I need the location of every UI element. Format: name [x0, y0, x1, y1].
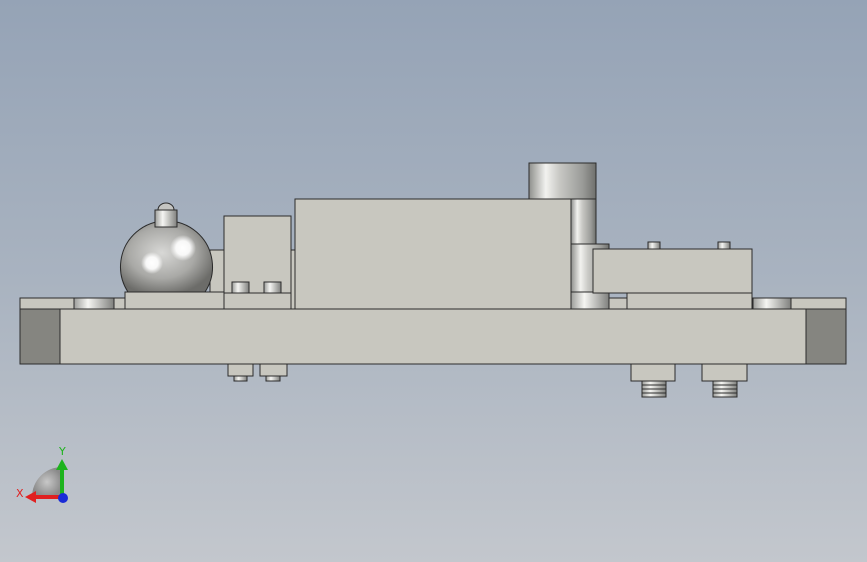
guide-block-screw-2 — [263, 281, 282, 294]
knob-support-block[interactable] — [124, 291, 226, 310]
cylinder-base-ring — [570, 291, 610, 310]
triad-y-label: Y — [58, 445, 66, 458]
right-counterbore — [752, 297, 792, 310]
left-counterbore — [73, 297, 115, 310]
base-plate-left-end-face — [19, 308, 61, 365]
knob-highlight-right — [170, 235, 196, 261]
bottom-nut-left-1[interactable] — [227, 363, 254, 382]
base-plate-right-end-face — [805, 308, 847, 365]
clamp-screw-head-1 — [647, 241, 661, 250]
clamp-arm-block[interactable] — [592, 248, 753, 294]
triad-z-axis-dot — [58, 493, 68, 503]
knob-stem-cap — [157, 202, 175, 211]
triad-x-label: X — [16, 487, 24, 500]
cad-assembly-model[interactable] — [19, 162, 847, 398]
triad-y-arrowhead — [56, 459, 68, 470]
main-housing-block[interactable] — [294, 198, 572, 310]
coordinate-triad: Y X — [16, 445, 68, 503]
guide-block[interactable] — [223, 215, 292, 310]
bottom-threaded-nut-1[interactable] — [630, 363, 676, 398]
vertical-cylinder[interactable] — [528, 162, 597, 200]
cad-model-canvas[interactable]: Y X — [0, 0, 867, 562]
triad-x-arrowhead — [25, 491, 36, 503]
clamp-screw-head-2 — [717, 241, 731, 250]
base-plate[interactable] — [19, 308, 847, 365]
cad-graphics-viewport[interactable]: Y X — [0, 0, 867, 562]
bottom-threaded-nut-2[interactable] — [701, 363, 748, 398]
knob-highlight-left — [141, 252, 163, 274]
triad-origin-quarter-disc — [32, 467, 62, 497]
knob-stem — [154, 209, 178, 228]
guide-block-screw-1 — [231, 281, 250, 294]
clamp-base-block[interactable] — [626, 292, 753, 310]
spherical-knob[interactable] — [120, 220, 213, 293]
bottom-nut-left-2[interactable] — [259, 363, 288, 382]
